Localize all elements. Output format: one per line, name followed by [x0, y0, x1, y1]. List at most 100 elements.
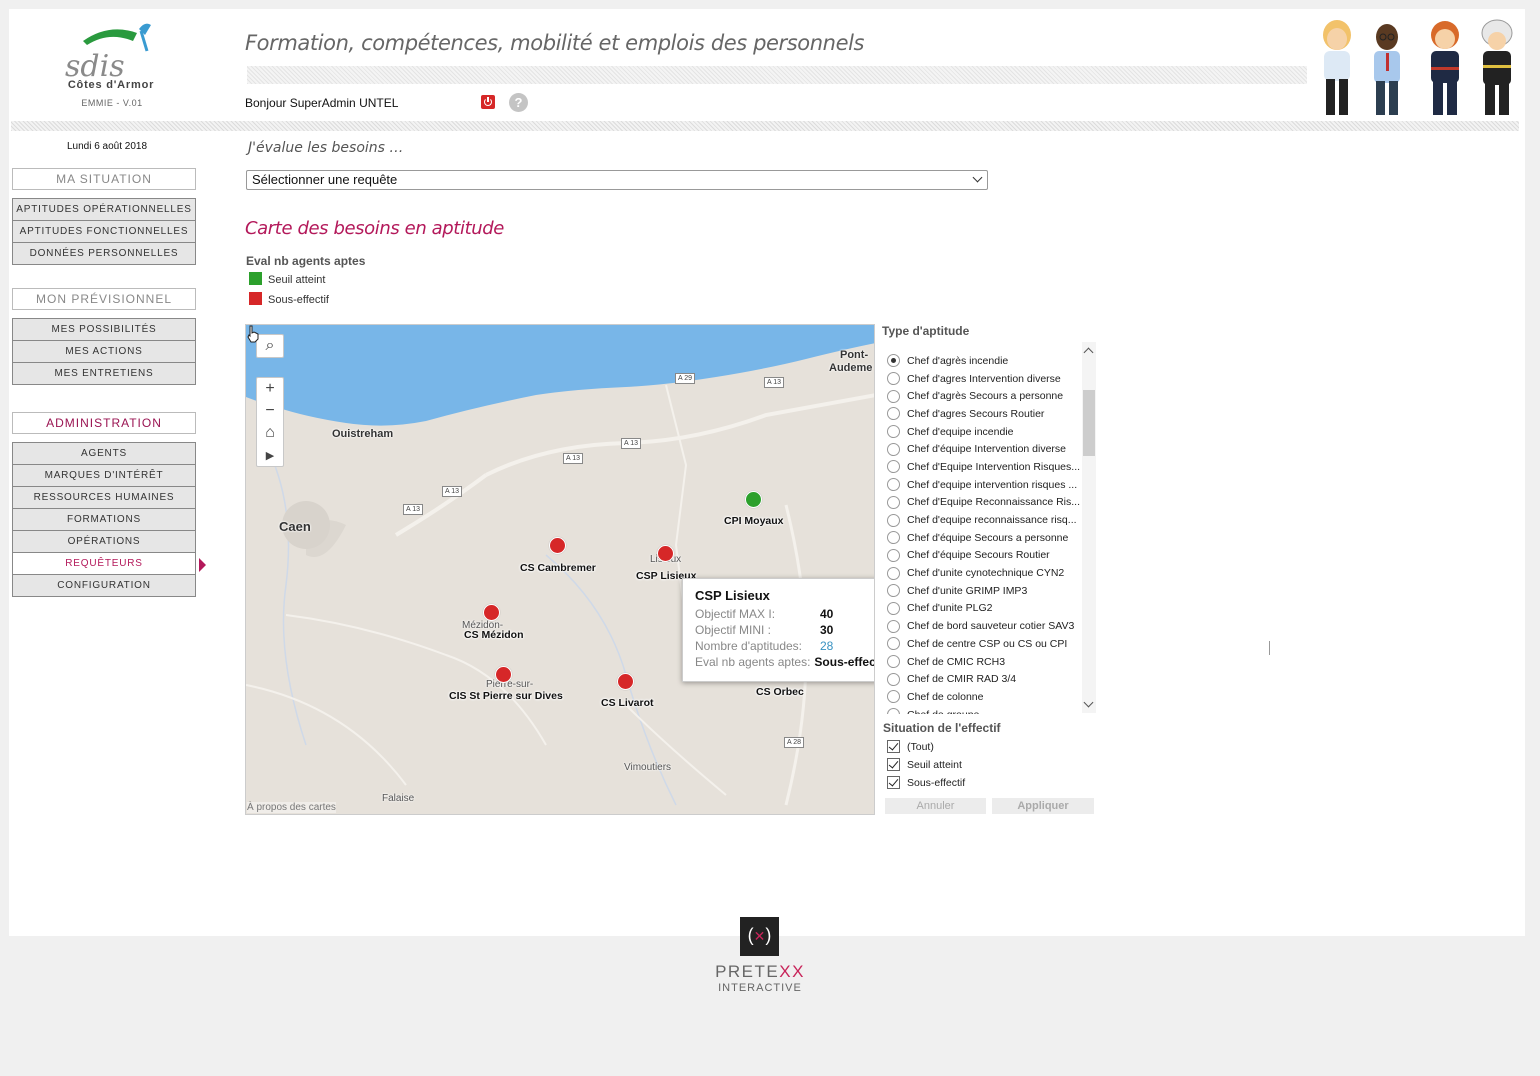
marker-cs-mezidon[interactable]: [483, 604, 500, 621]
radio-button[interactable]: [887, 425, 900, 439]
option-label: Chef d'agres Secours Routier: [907, 407, 1045, 420]
radio-button[interactable]: [887, 531, 900, 545]
menu-item-requeteurs[interactable]: REQUÊTEURS: [13, 553, 195, 575]
type-aptitude-option[interactable]: Chef d'agres Intervention diverse: [883, 370, 1082, 388]
radio-button[interactable]: [887, 354, 900, 368]
legend-item-sous-effectif: Sous-effectif: [249, 292, 329, 306]
marker-cpi-moyaux[interactable]: [745, 491, 762, 508]
check-seuil-atteint[interactable]: Seuil atteint: [887, 758, 962, 771]
query-select[interactable]: Sélectionner une requête: [246, 170, 988, 190]
type-aptitude-option[interactable]: Chef d'unite PLG2: [883, 600, 1082, 618]
menu-item-marques-interet[interactable]: MARQUES D'INTÉRÊT: [13, 465, 195, 487]
check-label: (Tout): [907, 740, 934, 753]
scroll-thumb[interactable]: [1083, 390, 1095, 456]
type-aptitude-option[interactable]: Chef de bord sauveteur cotier SAV3: [883, 617, 1082, 635]
zoom-out-icon[interactable]: −: [257, 400, 283, 422]
checkbox[interactable]: [887, 740, 900, 753]
zoom-in-icon[interactable]: +: [257, 378, 283, 400]
radio-button[interactable]: [887, 513, 900, 527]
type-aptitude-scrollbar[interactable]: [1082, 342, 1096, 713]
menu-item-mes-entretiens[interactable]: MES ENTRETIENS: [13, 363, 195, 385]
about-maps-link[interactable]: À propos des cartes: [247, 802, 336, 813]
type-aptitude-option[interactable]: Chef d'Equipe Intervention Risques...: [883, 458, 1082, 476]
check-tout[interactable]: (Tout): [887, 740, 934, 753]
logout-icon[interactable]: [481, 95, 495, 109]
radio-button[interactable]: [887, 637, 900, 651]
type-aptitude-option[interactable]: Chef d'équipe Secours Routier: [883, 547, 1082, 565]
radio-button[interactable]: [887, 655, 900, 669]
checkbox[interactable]: [887, 758, 900, 771]
radio-button[interactable]: [887, 619, 900, 633]
radio-button[interactable]: [887, 690, 900, 704]
marker-cs-livarot[interactable]: [617, 673, 634, 690]
type-aptitude-option[interactable]: Chef de groupe: [883, 706, 1082, 714]
radio-button[interactable]: [887, 478, 900, 492]
menu-item-formations[interactable]: FORMATIONS: [13, 509, 195, 531]
home-icon[interactable]: ⌂: [257, 422, 283, 444]
type-aptitude-option[interactable]: Chef d'equipe incendie: [883, 423, 1082, 441]
type-aptitude-option[interactable]: Chef d'equipe reconnaissance risq...: [883, 511, 1082, 529]
section-ma-situation[interactable]: MA SITUATION: [12, 168, 196, 190]
radio-button[interactable]: [887, 584, 900, 598]
check-sous-effectif[interactable]: Sous-effectif: [887, 776, 965, 789]
radio-button[interactable]: [887, 601, 900, 615]
radio-button[interactable]: [887, 495, 900, 509]
checkbox[interactable]: [887, 776, 900, 789]
place-pont-audemer-2: Audeme: [829, 362, 873, 374]
tooltip-key: Nombre d'aptitudes:: [695, 639, 803, 653]
help-icon[interactable]: ?: [509, 93, 528, 112]
map[interactable]: ⌕ + − ⌂ ▶ Pont- Audeme Ouistreham Caen M…: [245, 324, 875, 815]
radio-button[interactable]: [887, 389, 900, 403]
marker-cis-st-pierre[interactable]: [495, 666, 512, 683]
expand-arrow-icon[interactable]: ▶: [257, 444, 283, 466]
radio-button[interactable]: [887, 442, 900, 456]
menu-item-agents[interactable]: AGENTS: [13, 443, 195, 465]
place-vimoutiers: Vimoutiers: [624, 762, 672, 773]
type-aptitude-option[interactable]: Chef de colonne: [883, 688, 1082, 706]
radio-button[interactable]: [887, 372, 900, 386]
menu-item-donnees-personnelles[interactable]: DONNÉES PERSONNELLES: [13, 243, 195, 265]
radio-button[interactable]: [887, 407, 900, 421]
type-aptitude-option[interactable]: Chef d'agrès Secours a personne: [883, 387, 1082, 405]
type-aptitude-option[interactable]: Chef d'agrès incendie: [883, 352, 1082, 370]
cancel-button[interactable]: Annuler: [885, 798, 986, 814]
type-aptitude-option[interactable]: Chef de centre CSP ou CS ou CPI: [883, 635, 1082, 653]
type-aptitude-list[interactable]: Chef d'agrès incendie Chef d'agres Interv…: [883, 342, 1096, 714]
menu-item-mes-actions[interactable]: MES ACTIONS: [13, 341, 195, 363]
type-aptitude-option[interactable]: Chef de CMIC RCH3: [883, 653, 1082, 671]
section-mon-previsionnel[interactable]: MON PRÉVISIONNEL: [12, 288, 196, 310]
marker-csp-lisieux[interactable]: [657, 545, 674, 562]
type-aptitude-option[interactable]: Chef d'agres Secours Routier: [883, 405, 1082, 423]
radio-button[interactable]: [887, 708, 900, 714]
menu-item-ressources-humaines[interactable]: RESSOURCES HUMAINES: [13, 487, 195, 509]
radio-button[interactable]: [887, 566, 900, 580]
map-search-icon[interactable]: ⌕: [257, 335, 283, 357]
type-aptitude-option[interactable]: Chef d'equipe intervention risques ...: [883, 476, 1082, 494]
menu-item-aptitudes-fonctionnelles[interactable]: APTITUDES FONCTIONNELLES: [13, 221, 195, 243]
type-aptitude-option[interactable]: Chef d'équipe Intervention diverse: [883, 440, 1082, 458]
section-administration[interactable]: ADMINISTRATION: [12, 412, 196, 434]
type-aptitude-option[interactable]: Chef d'Equipe Reconnaissance Ris...: [883, 494, 1082, 512]
option-label: Chef de centre CSP ou CS ou CPI: [907, 637, 1068, 650]
road-a13: A 13: [403, 504, 424, 515]
menu-item-mes-possibilites[interactable]: MES POSSIBILITÉS: [13, 319, 195, 341]
marker-label: CS Orbec: [756, 686, 804, 698]
scroll-up-icon[interactable]: [1083, 347, 1094, 358]
menu-item-aptitudes-operationnelles[interactable]: APTITUDES OPÉRATIONNELLES: [13, 199, 195, 221]
menu-item-operations[interactable]: OPÉRATIONS: [13, 531, 195, 553]
menu-item-configuration[interactable]: CONFIGURATION: [13, 575, 195, 597]
type-aptitude-option[interactable]: Chef d'unite GRIMP IMP3: [883, 582, 1082, 600]
option-label: Chef d'unite cynotechnique CYN2: [907, 567, 1065, 580]
type-aptitude-option[interactable]: Chef de CMIR RAD 3/4: [883, 670, 1082, 688]
radio-button[interactable]: [887, 548, 900, 562]
type-aptitude-option[interactable]: Chef d'équipe Secours a personne: [883, 529, 1082, 547]
type-aptitude-option[interactable]: Chef d'unite cynotechnique CYN2: [883, 564, 1082, 582]
scroll-down-icon[interactable]: [1083, 697, 1094, 708]
radio-button[interactable]: [887, 672, 900, 686]
marker-cs-cambremer[interactable]: [549, 537, 566, 554]
apply-button[interactable]: Appliquer: [992, 798, 1094, 814]
title-stripe: [247, 66, 1307, 84]
tooltip-key: Objectif MAX I:: [695, 607, 776, 621]
road-a28: A 28: [784, 737, 805, 748]
radio-button[interactable]: [887, 460, 900, 474]
